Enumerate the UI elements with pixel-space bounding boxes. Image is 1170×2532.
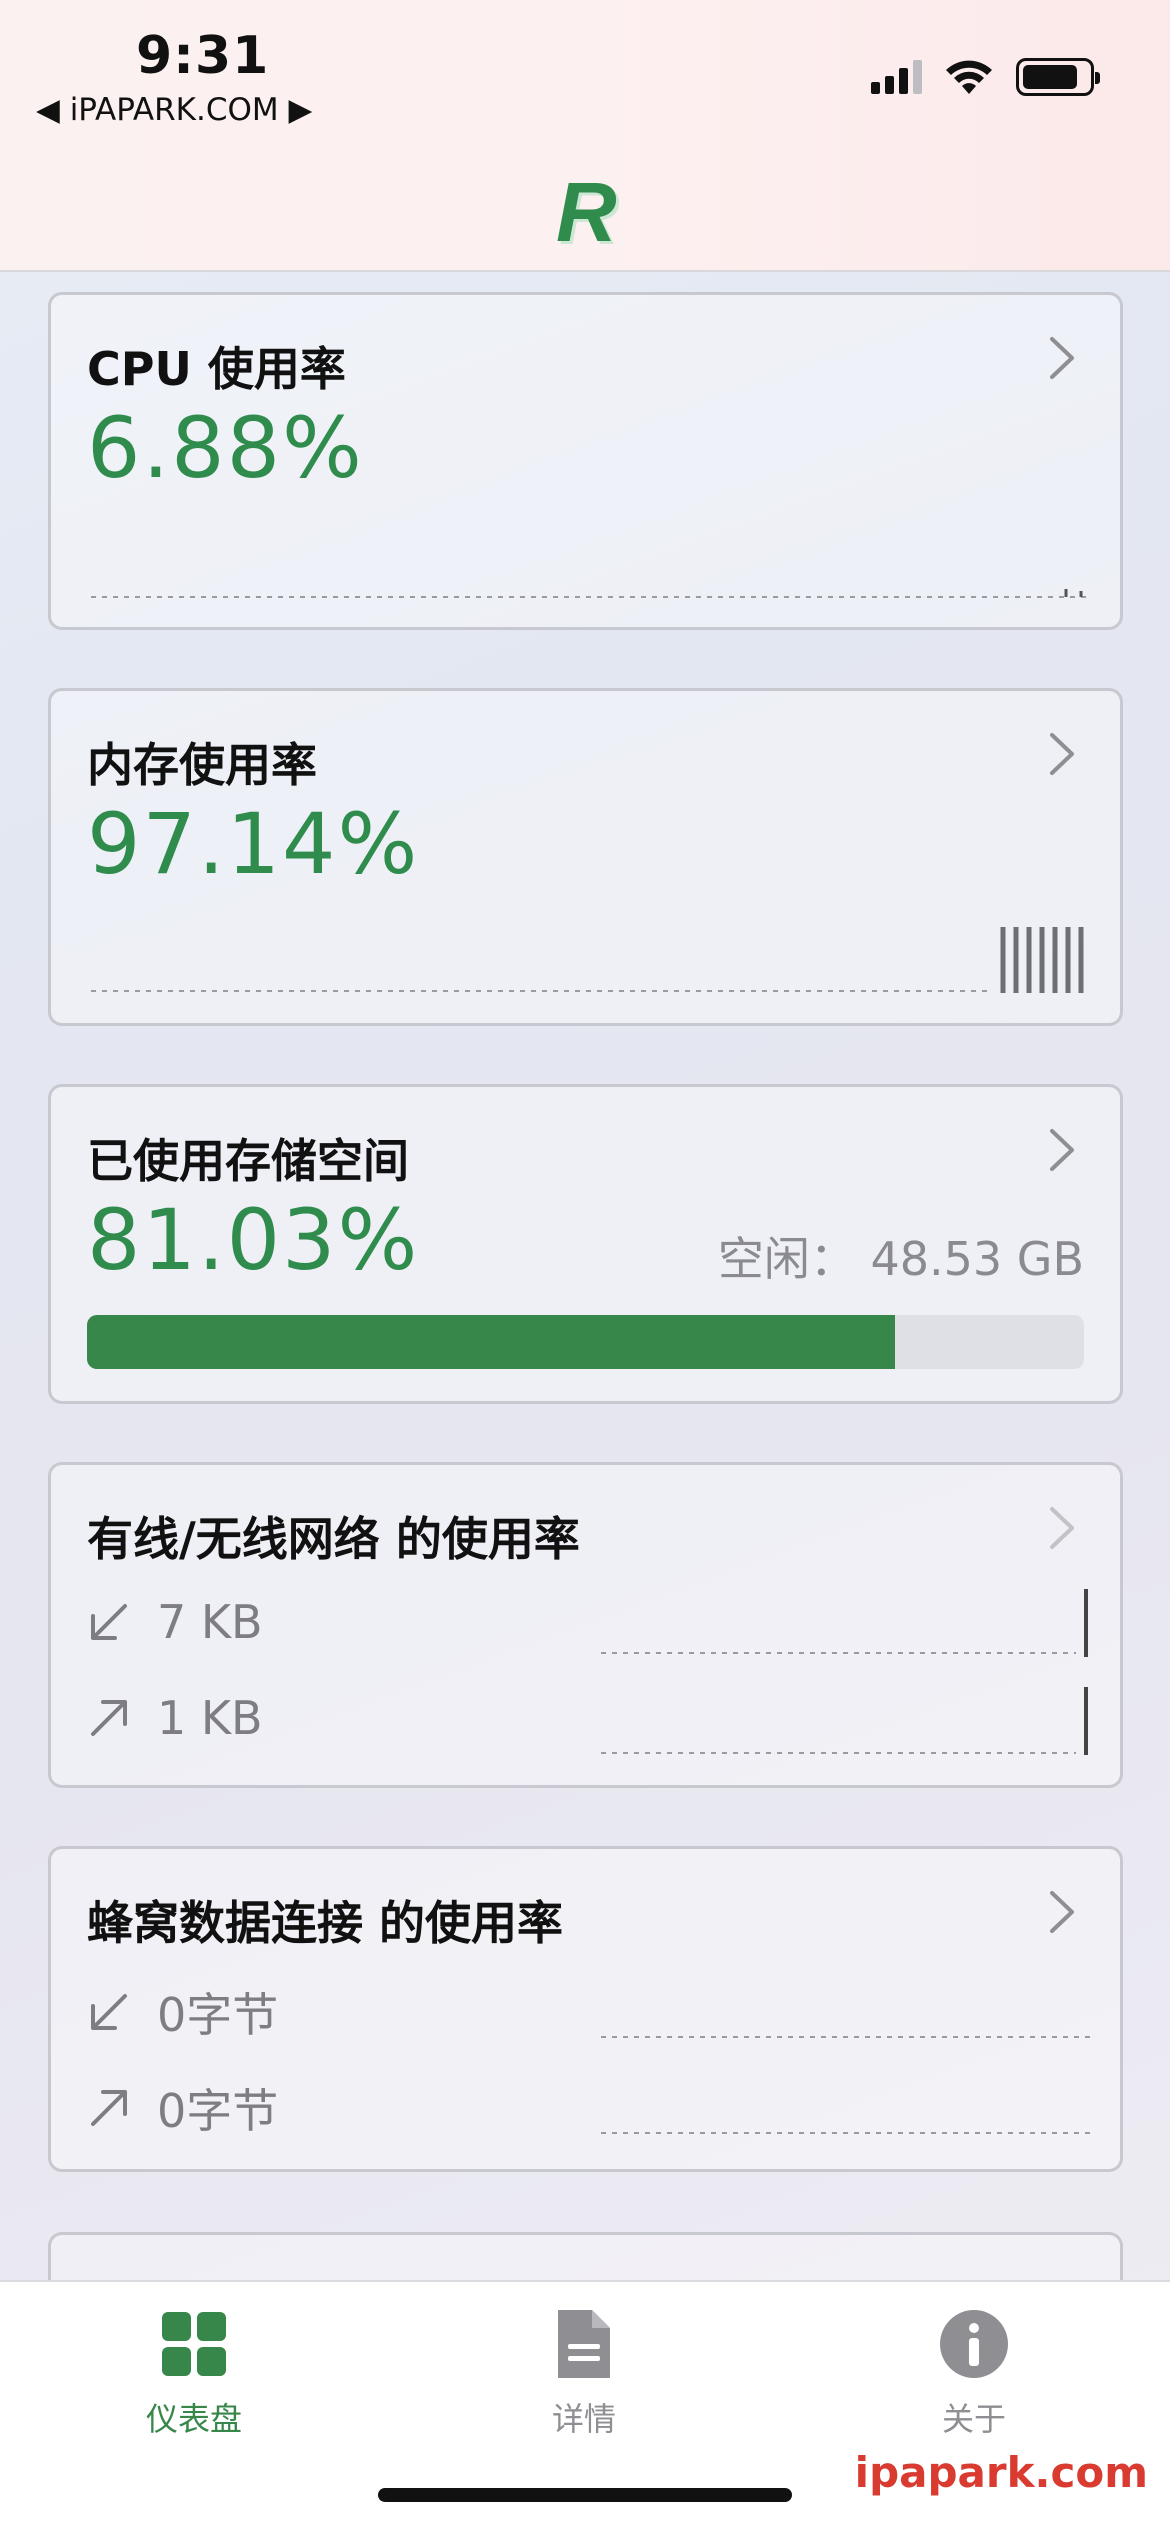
network-upload-row: 1 KB [87, 1691, 263, 1745]
tab-details[interactable]: 详情 [484, 2306, 684, 2440]
back-to-app-link[interactable]: ◀ iPAPARK.COM ▶ [36, 92, 312, 128]
storage-free-label: 空闲： 48.53 GB [717, 1232, 1084, 1286]
cpu-sparkline [91, 589, 1090, 598]
storage-value: 81.03% [87, 1191, 420, 1289]
network-download-row: 7 KB [87, 1595, 263, 1649]
download-arrow-icon [91, 1994, 127, 2030]
cellular-upload-row: 0字节 [87, 2075, 278, 2141]
network-download-value: 7 KB [157, 1595, 263, 1649]
chevron-right-icon [1050, 1891, 1074, 1933]
memory-sparkline [91, 927, 1084, 993]
storage-progress-bar [87, 1315, 1084, 1369]
battery-icon [1016, 58, 1100, 96]
document-icon [558, 2310, 610, 2378]
dashboard-grid-icon [162, 2312, 226, 2376]
tab-dashboard[interactable]: 仪表盘 [94, 2306, 294, 2440]
download-arrow-icon [91, 1604, 127, 1640]
tab-dashboard-label: 仪表盘 [145, 2400, 242, 2438]
network-upload-sparkline [601, 1687, 1088, 1755]
status-icons [871, 52, 1100, 102]
network-upload-value: 1 KB [157, 1691, 263, 1745]
status-time: 9:31 [136, 26, 270, 86]
info-icon [940, 2310, 1008, 2378]
cellular-download-value: 0字节 [157, 1988, 279, 2042]
upload-arrow-icon [91, 2090, 127, 2126]
top-header: 9:31 ◀ iPAPARK.COM ▶ R [0, 0, 1170, 272]
cellular-usage-card[interactable]: 蜂窝数据连接 的使用率 0字节 0字节 [48, 1846, 1123, 2172]
storage-usage-card[interactable]: 已使用存储空间 81.03% 空闲： 48.53 GB [48, 1084, 1123, 1404]
storage-card-title: 已使用存储空间 [87, 1134, 409, 1188]
cpu-card-title: CPU 使用率 [87, 342, 346, 396]
storage-progress-fill [87, 1315, 895, 1369]
chevron-right-icon [1050, 1507, 1074, 1549]
tab-about-label: 关于 [941, 2400, 1006, 2438]
chevron-right-icon [1050, 1129, 1074, 1171]
memory-usage-card[interactable]: 内存使用率 97.14% [48, 688, 1123, 1026]
cpu-usage-card[interactable]: CPU 使用率 6.88% [48, 292, 1123, 630]
watermark: ipapark.com [854, 2448, 1148, 2497]
upload-arrow-icon [91, 1700, 127, 1736]
cellular-upload-sparkline [601, 2132, 1091, 2134]
memory-card-title: 内存使用率 [87, 738, 317, 792]
home-indicator[interactable] [378, 2488, 792, 2502]
chevron-right-icon [1050, 337, 1074, 379]
cellular-upload-value: 0字节 [157, 2084, 279, 2138]
wifi-icon [946, 60, 992, 94]
network-download-sparkline [601, 1589, 1088, 1657]
cellular-download-sparkline [601, 2036, 1091, 2038]
memory-value: 97.14% [87, 795, 420, 893]
network-card-title: 有线/无线网络 的使用率 [87, 1512, 580, 1566]
cellular-download-row: 0字节 [87, 1979, 278, 2045]
app-logo: R [556, 165, 617, 259]
cellular-card-title: 蜂窝数据连接 的使用率 [87, 1896, 564, 1950]
network-usage-card[interactable]: 有线/无线网络 的使用率 7 KB 1 KB [48, 1462, 1123, 1788]
tab-about[interactable]: 关于 [874, 2306, 1074, 2440]
chevron-right-icon [1050, 733, 1074, 775]
tab-details-label: 详情 [551, 2400, 616, 2438]
cpu-value: 6.88% [87, 399, 364, 497]
cellular-signal-icon [871, 60, 922, 94]
